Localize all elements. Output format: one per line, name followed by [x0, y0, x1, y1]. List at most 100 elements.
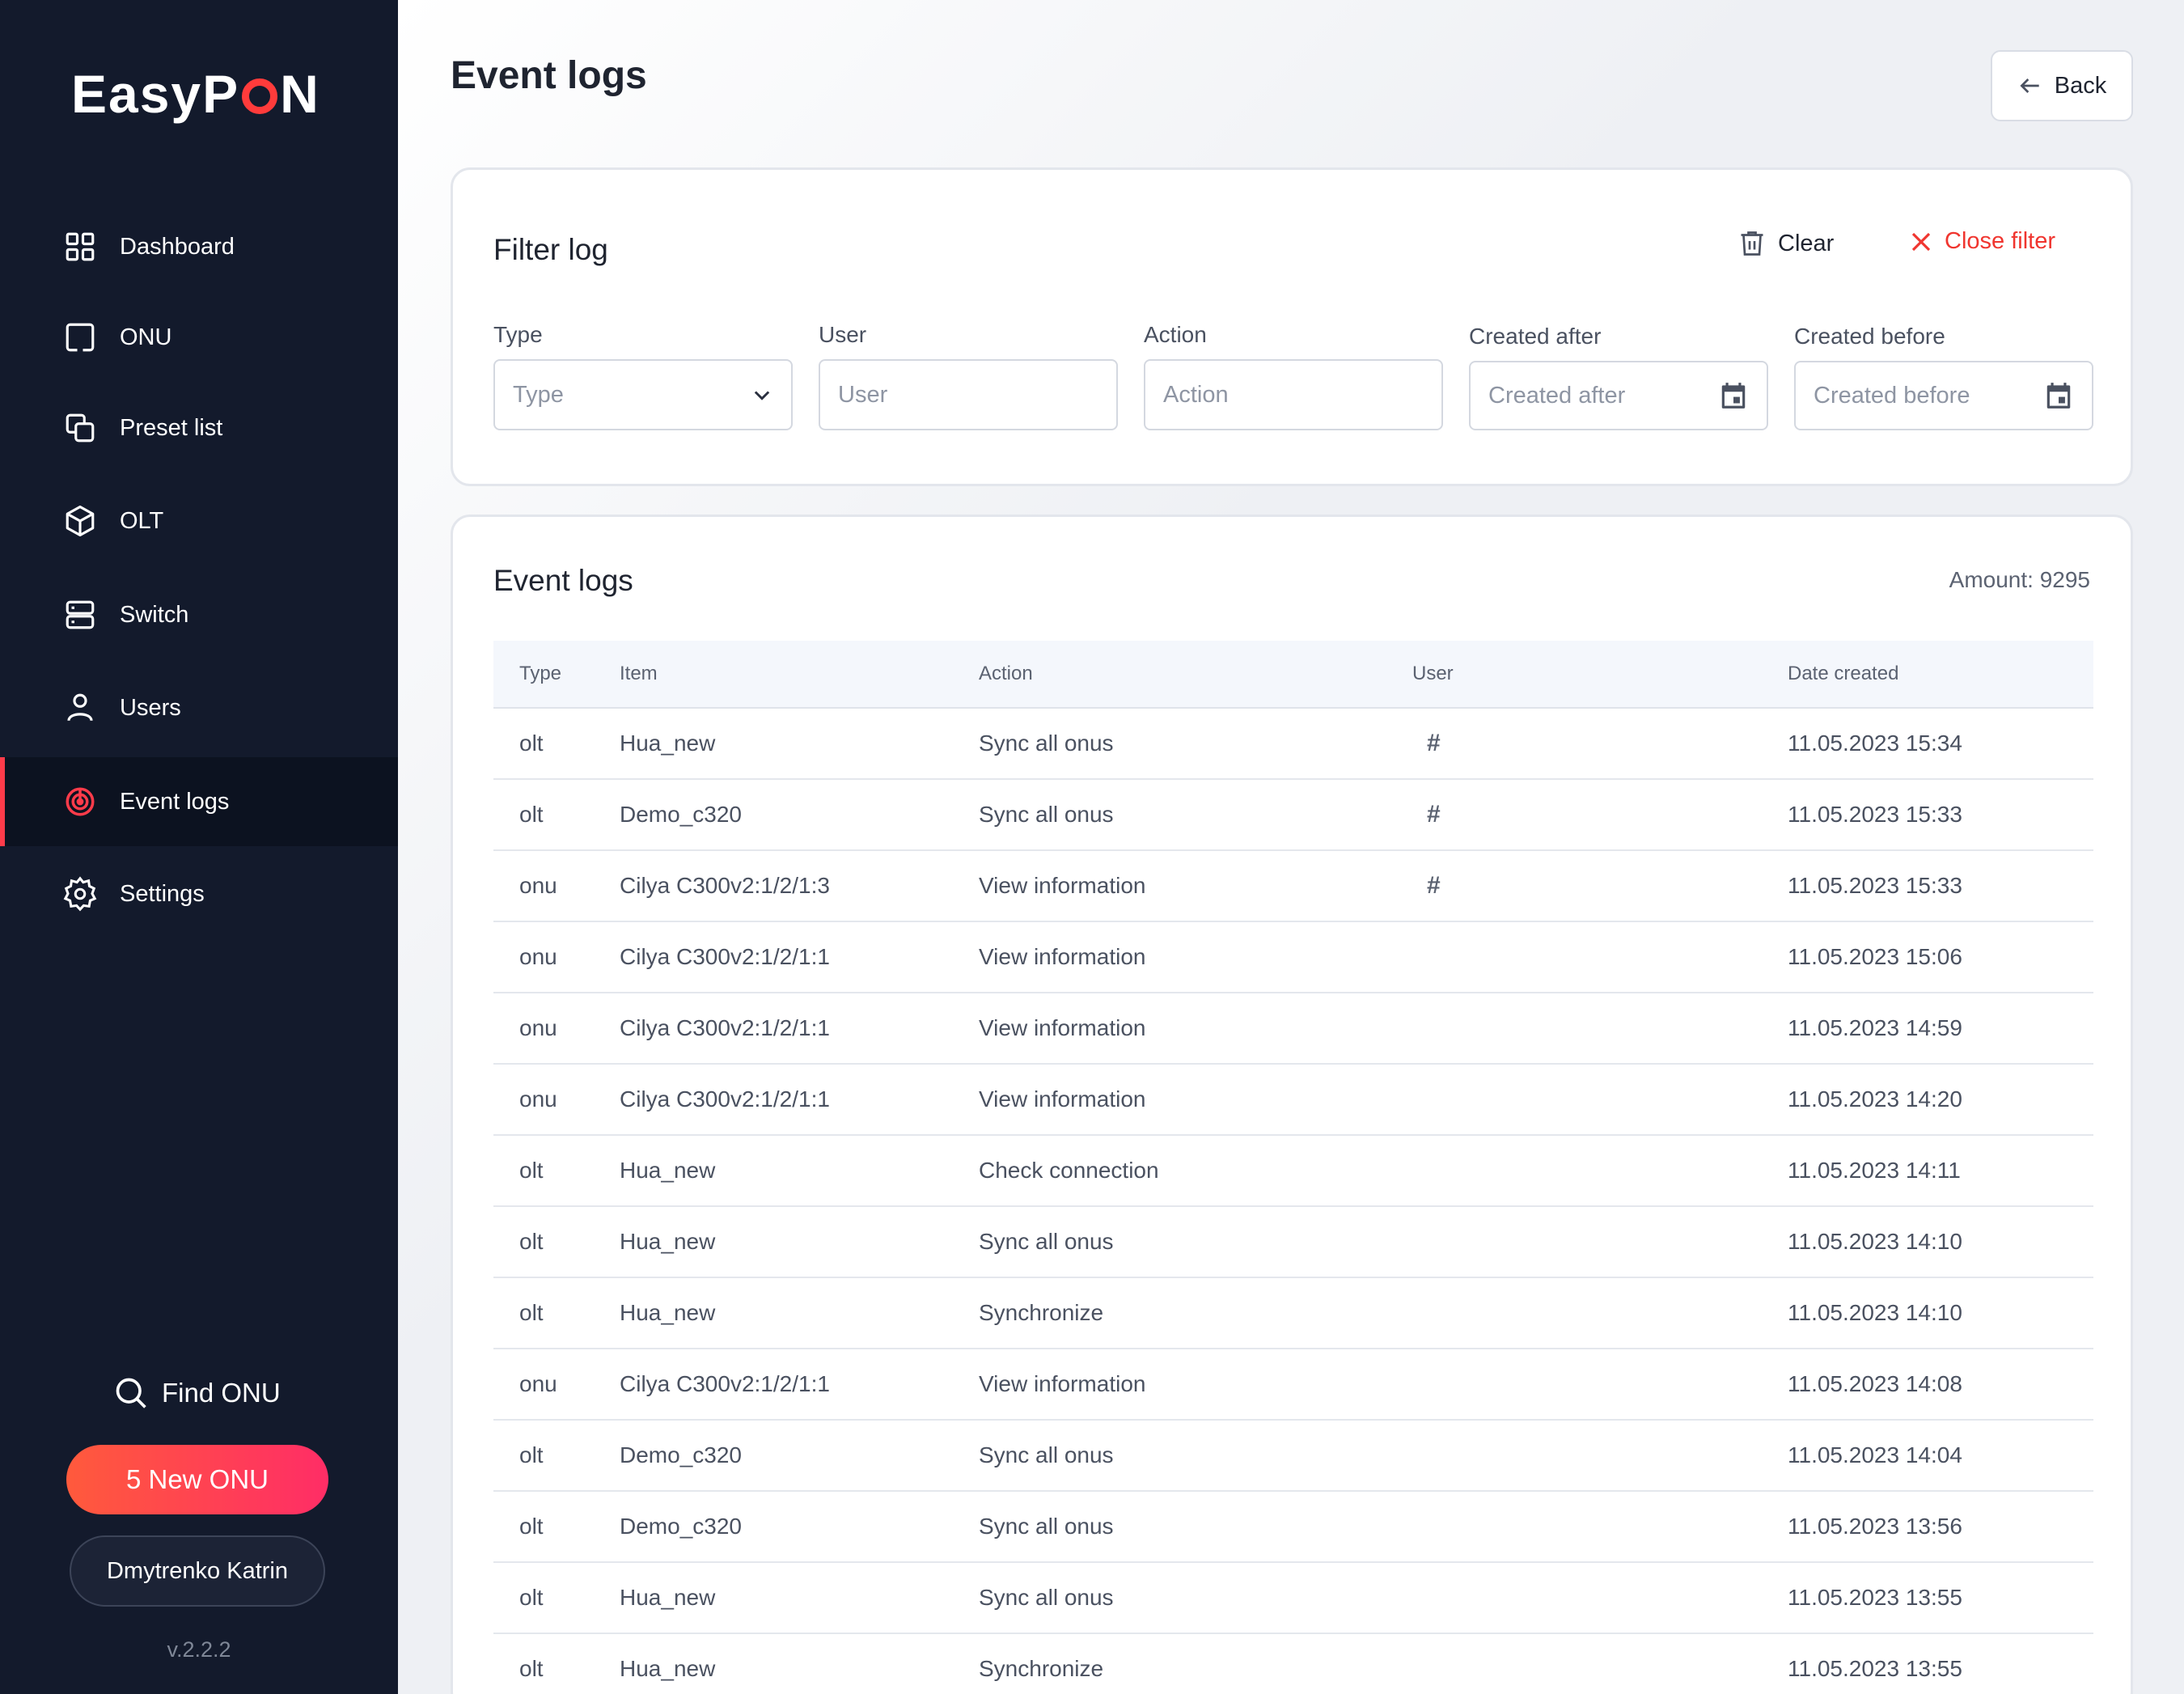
nav-item-dashboard[interactable]: Dashboard: [0, 202, 398, 291]
cell-item: Demo_c320: [620, 1442, 742, 1467]
cell-type: onu: [519, 1371, 557, 1396]
created-after-placeholder: Created after: [1488, 382, 1626, 409]
cell-item: Hua_new: [620, 1585, 716, 1610]
cell-action: View information: [979, 944, 1146, 969]
cell-action: Sync all onus: [979, 731, 1114, 756]
dashboard-icon: [61, 228, 99, 265]
table-row[interactable]: olt Demo_c320 Sync all onus #11.05.2023 15:…: [493, 780, 2093, 851]
table-row[interactable]: olt Hua_new Synchronize 11.05.2023 14:10: [493, 1278, 2093, 1349]
cell-date: 11.05.2023 14:10: [1788, 1229, 1962, 1254]
created-after-label: Created after: [1469, 324, 1602, 349]
onu-icon: [61, 319, 99, 356]
cell-item: Cilya C300v2:1/2/1:1: [620, 1086, 830, 1112]
cell-action: Sync all onus: [979, 1442, 1114, 1467]
cell-type: onu: [519, 1086, 557, 1112]
table-row[interactable]: onu Cilya C300v2:1/2/1:1 View information 1…: [493, 922, 2093, 993]
cell-type: olt: [519, 1229, 544, 1254]
action-filter-label: Action: [1144, 322, 1207, 347]
trash-icon: [1737, 228, 1767, 259]
table-row[interactable]: olt Hua_new Check connection 11.05.2023 14:…: [493, 1136, 2093, 1207]
nav-label: Settings: [120, 880, 205, 907]
column-header-user[interactable]: User: [1412, 663, 1788, 685]
radar-icon: [61, 783, 99, 820]
type-select[interactable]: Type: [493, 359, 793, 430]
new-onu-button[interactable]: 5 New ONU: [66, 1445, 328, 1514]
cell-date: 11.05.2023 14:10: [1788, 1300, 1962, 1325]
table-row[interactable]: onu Cilya C300v2:1/2/1:3 View information #…: [493, 851, 2093, 922]
nav-item-preset-list[interactable]: Preset list: [0, 383, 398, 472]
created-after-input[interactable]: Created after: [1469, 361, 1768, 430]
cell-item: Hua_new: [620, 731, 716, 756]
table-row[interactable]: olt Hua_new Sync all onus 11.05.2023 14:10: [493, 1207, 2093, 1278]
cell-date: 11.05.2023 14:08: [1788, 1371, 1962, 1396]
find-onu-button[interactable]: Find ONU: [113, 1375, 281, 1411]
calendar-icon[interactable]: [2043, 380, 2074, 411]
table-row[interactable]: onu Cilya C300v2:1/2/1:1 View information 1…: [493, 1065, 2093, 1136]
copy-icon: [61, 409, 99, 447]
cube-icon: [61, 502, 99, 540]
nav-item-settings[interactable]: Settings: [0, 849, 398, 938]
chevron-down-icon: [751, 383, 773, 406]
cell-type: olt: [519, 731, 544, 756]
created-before-filter: Created before Created before: [1794, 324, 2093, 430]
column-header-date[interactable]: Date created: [1788, 663, 2093, 685]
cell-action: Sync all onus: [979, 802, 1114, 827]
cell-date: 11.05.2023 14:04: [1788, 1442, 1962, 1467]
nav-item-onu[interactable]: ONU: [0, 293, 398, 382]
clear-filter-button[interactable]: Clear: [1737, 228, 1834, 259]
cell-item: Cilya C300v2:1/2/1:1: [620, 944, 830, 969]
table-row[interactable]: onu Cilya C300v2:1/2/1:1 View information 1…: [493, 993, 2093, 1065]
cell-action: Sync all onus: [979, 1514, 1114, 1539]
table-row[interactable]: olt Demo_c320 Sync all onus 11.05.2023 14:0…: [493, 1421, 2093, 1492]
user-input-placeholder: User: [838, 381, 888, 408]
cell-user: #: [1427, 801, 1441, 828]
nav-label: Preset list: [120, 414, 223, 441]
cell-user: #: [1427, 730, 1441, 756]
cell-item: Demo_c320: [620, 1514, 742, 1539]
cell-action: Synchronize: [979, 1656, 1104, 1681]
table-row[interactable]: olt Hua_new Synchronize 11.05.2023 13:55: [493, 1634, 2093, 1694]
calendar-icon[interactable]: [1718, 380, 1749, 411]
column-header-action[interactable]: Action: [979, 663, 1412, 685]
nav-item-users[interactable]: Users: [0, 663, 398, 752]
table-row[interactable]: olt Hua_new Sync all onus #11.05.2023 15:34: [493, 709, 2093, 780]
cell-date: 11.05.2023 15:06: [1788, 944, 1962, 969]
nav-item-olt[interactable]: OLT: [0, 476, 398, 565]
user-icon: [61, 689, 99, 726]
nav-item-switch[interactable]: Switch: [0, 570, 398, 659]
cell-date: 11.05.2023 13:55: [1788, 1656, 1962, 1681]
user-input[interactable]: User: [819, 359, 1118, 430]
filter-title: Filter log: [493, 233, 608, 266]
server-icon: [61, 596, 99, 633]
column-header-type[interactable]: Type: [493, 663, 620, 685]
filter-panel: Filter log Clear Close filter Type Type …: [451, 167, 2133, 486]
cell-item: Hua_new: [620, 1158, 716, 1183]
cell-item: Hua_new: [620, 1229, 716, 1254]
cell-date: 11.05.2023 15:33: [1788, 873, 1962, 898]
table-row[interactable]: olt Demo_c320 Sync all onus 11.05.2023 13:5…: [493, 1492, 2093, 1563]
table-row[interactable]: onu Cilya C300v2:1/2/1:1 View information 1…: [493, 1349, 2093, 1421]
user-filter: User User: [819, 322, 1118, 430]
cell-action: View information: [979, 1371, 1146, 1396]
user-filter-label: User: [819, 322, 867, 347]
column-header-item[interactable]: Item: [620, 663, 979, 685]
nav-label: Users: [120, 694, 181, 721]
close-filter-button[interactable]: Close filter: [1909, 228, 2055, 255]
table-header: Type Item Action User Date created: [493, 641, 2093, 709]
user-profile-button[interactable]: Dmytrenko Katrin: [70, 1535, 325, 1607]
table-row[interactable]: olt Hua_new Sync all onus 11.05.2023 13:55: [493, 1563, 2093, 1634]
back-label: Back: [2054, 72, 2107, 99]
back-button[interactable]: Back: [1991, 50, 2133, 121]
nav-label: Switch: [120, 601, 189, 628]
page-title: Event logs: [451, 54, 647, 97]
cell-type: olt: [519, 1585, 544, 1610]
table-body: olt Hua_new Sync all onus #11.05.2023 15:34…: [493, 709, 2093, 1694]
cell-item: Cilya C300v2:1/2/1:3: [620, 873, 830, 898]
action-input[interactable]: Action: [1144, 359, 1443, 430]
nav-item-event-logs[interactable]: Event logs: [0, 757, 398, 846]
cell-date: 11.05.2023 14:20: [1788, 1086, 1962, 1112]
type-filter-label: Type: [493, 322, 543, 347]
cell-type: onu: [519, 944, 557, 969]
created-before-input[interactable]: Created before: [1794, 361, 2093, 430]
app-logo[interactable]: EasyP N: [71, 63, 320, 125]
